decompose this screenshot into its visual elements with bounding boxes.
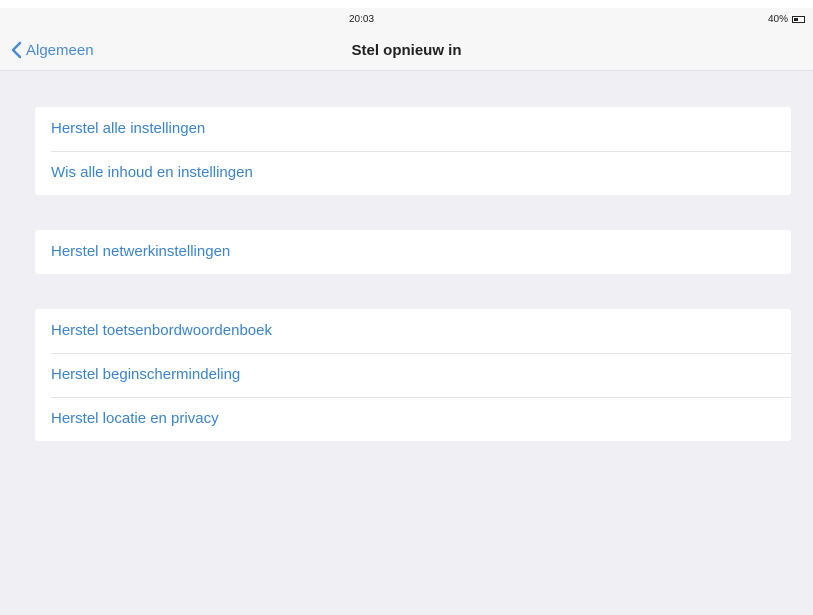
status-time: 20:03 [348,14,375,25]
erase-all-content-item[interactable]: Wis alle inhoud en instellingen [35,151,791,195]
page-title: Stel opnieuw in [351,42,462,59]
battery-fill [794,18,798,21]
settings-group-reset-all: Herstel alle instellingen Wis alle inhou… [35,107,791,195]
battery-icon [792,16,805,23]
reset-all-settings-item[interactable]: Herstel alle instellingen [35,107,791,151]
settings-group-network: Herstel netwerkinstellingen [35,230,791,274]
navigation-bar: Algemeen Stel opnieuw in [0,30,813,71]
reset-location-privacy-item[interactable]: Herstel locatie en privacy [35,397,791,441]
settings-group-other-resets: Herstel toetsenbordwoordenboek Herstel b… [35,309,791,441]
reset-home-screen-layout-item[interactable]: Herstel beginschermindeling [35,353,791,397]
battery-percentage: 40% [767,14,788,25]
status-bar: 20:03 40% [0,8,813,30]
top-strip [0,0,813,8]
reset-network-settings-item[interactable]: Herstel netwerkinstellingen [35,230,791,274]
reset-keyboard-dictionary-item[interactable]: Herstel toetsenbordwoordenboek [35,309,791,353]
